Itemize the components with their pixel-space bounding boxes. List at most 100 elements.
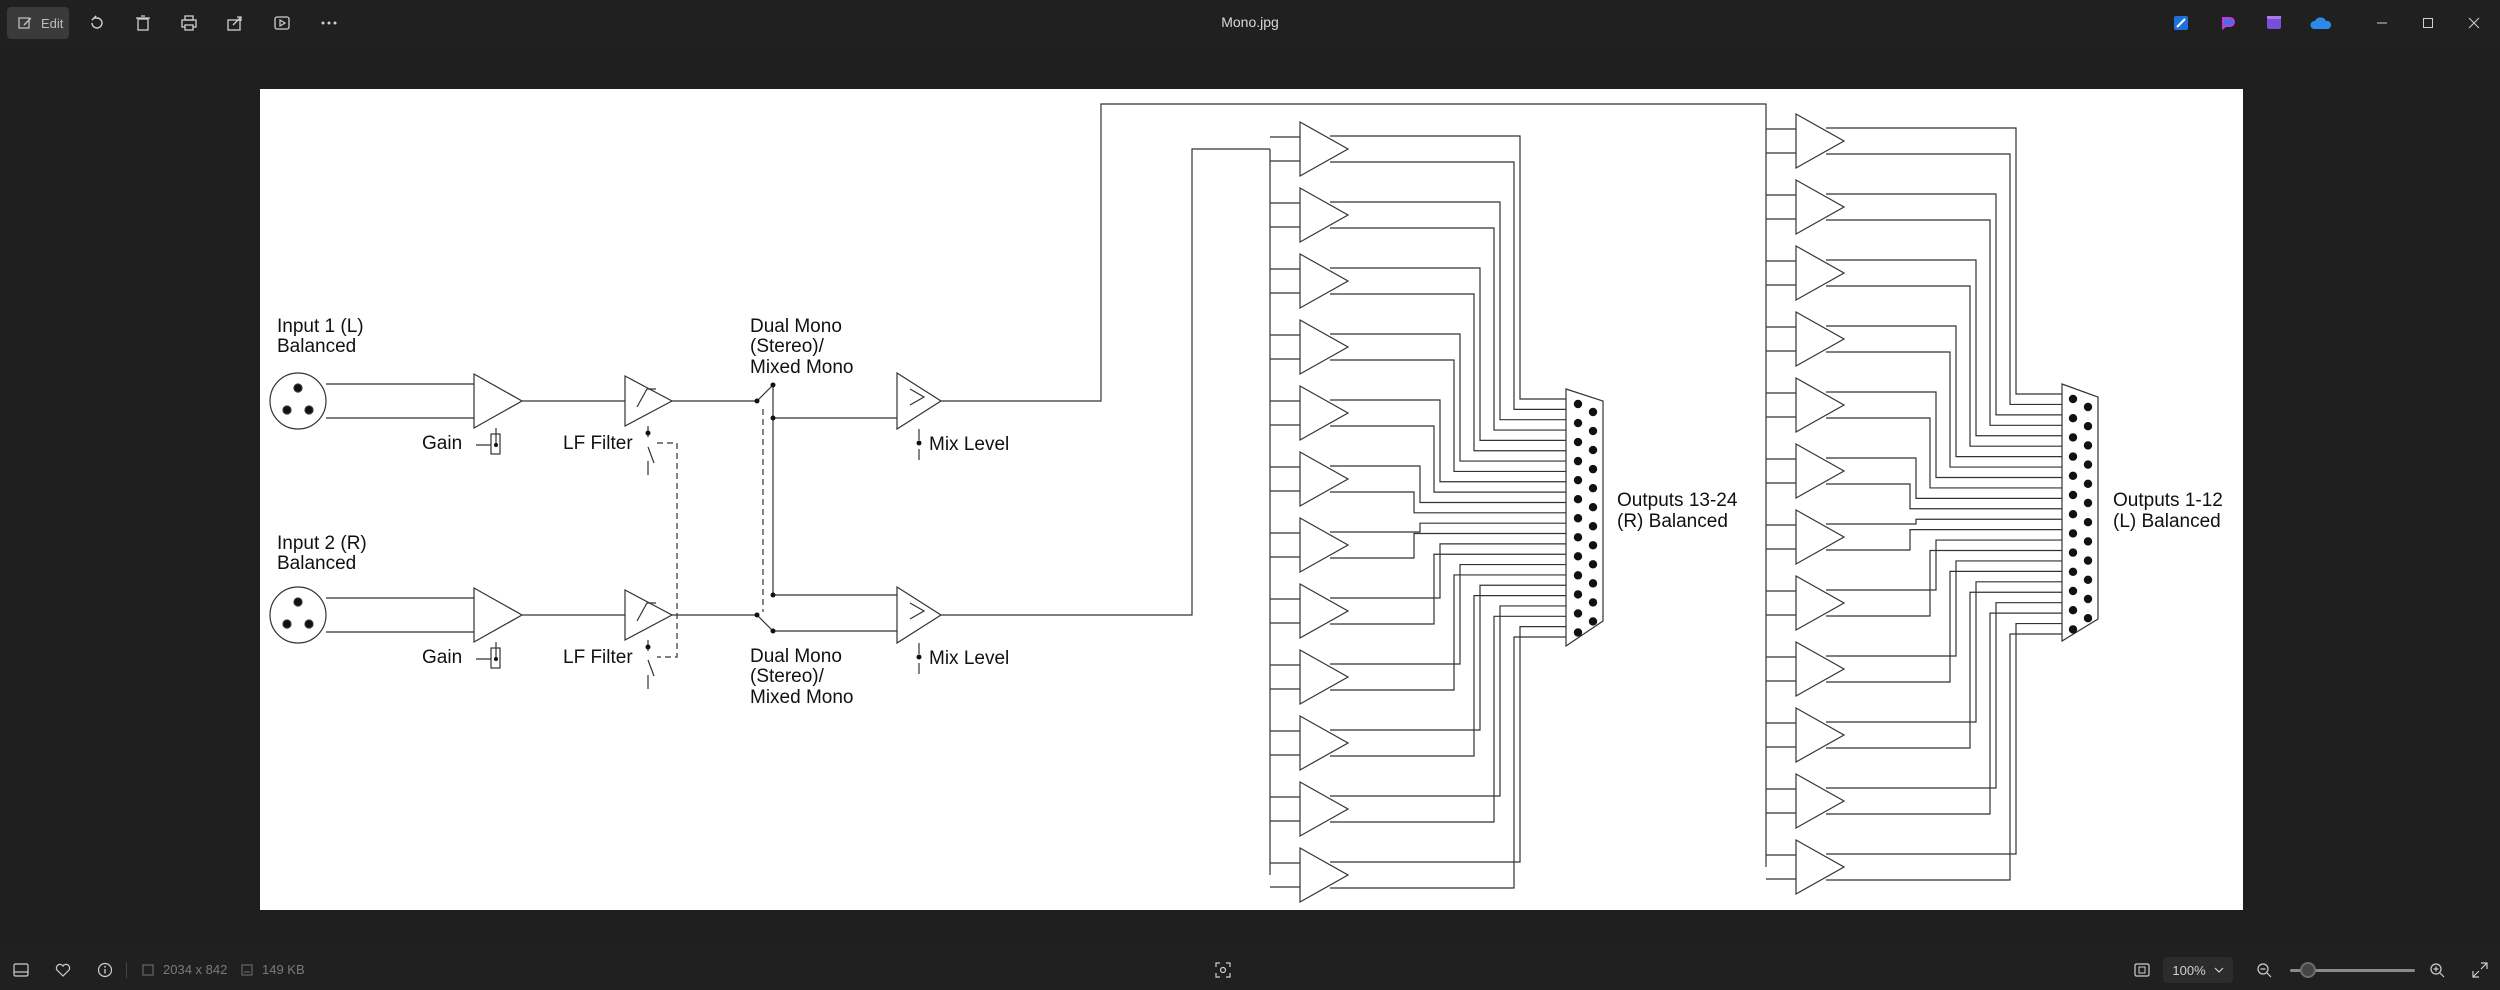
mode-2-label-line3: Mixed Mono	[750, 687, 854, 708]
r-bank-pin	[1588, 426, 1598, 436]
outputs-l-label: Outputs 1-12	[2113, 490, 2223, 511]
r-bank-pin	[1573, 609, 1583, 618]
outputs-l-sublabel: (L) Balanced	[2113, 511, 2221, 532]
l-bank-output-amp-5	[1795, 376, 1846, 434]
dsub-connector-l-icon	[2061, 383, 2099, 643]
xlr-input-2-icon	[269, 586, 327, 644]
mix-level-2-label: Mix Level	[929, 648, 1009, 669]
r-bank-pin	[1588, 541, 1598, 550]
dsub-pins-l	[2068, 394, 2093, 634]
gain-amp-2	[473, 586, 524, 644]
r-bank-pin	[1588, 503, 1598, 512]
close-icon[interactable]	[2457, 10, 2491, 36]
l-bank-pin	[2068, 414, 2078, 423]
lf-filter-1-label: LF Filter	[563, 433, 633, 454]
l-bank-output-amp-8	[1795, 574, 1846, 632]
window-title: Mono.jpg	[1221, 14, 1279, 30]
maximize-icon[interactable]	[2411, 10, 2445, 36]
chevron-down-icon	[2214, 967, 2224, 973]
l-bank-pin	[2068, 606, 2078, 615]
signal-flow-diagram: Input 1 (L) Balanced Input 2 (R) Balance…	[269, 103, 2223, 904]
zoom-level-dropdown[interactable]: 100%	[2163, 957, 2233, 983]
l-bank-pin	[2068, 625, 2078, 634]
zoom-slider-thumb[interactable]	[2300, 962, 2316, 978]
input-1-label: Input 1 (L)	[277, 316, 364, 337]
file-size: 149 KB	[262, 962, 305, 977]
lf-filter-1	[624, 375, 674, 427]
r-bank-pin	[1588, 617, 1598, 626]
r-bank-output-amp-5	[1299, 384, 1350, 442]
full-screen-icon[interactable]	[2468, 958, 2492, 982]
l-bank-pin	[2068, 490, 2078, 500]
r-bank-pin	[1573, 552, 1583, 561]
l-bank-output-amp-9	[1795, 640, 1846, 698]
r-bank-pin	[1588, 483, 1598, 493]
r-bank-output-amp-8	[1299, 582, 1350, 640]
info-icon[interactable]	[93, 958, 117, 982]
r-bank-pin	[1588, 445, 1598, 455]
zoom-out-icon[interactable]	[2252, 958, 2276, 982]
l-bank-pin	[2083, 518, 2093, 527]
input-1-sublabel: Balanced	[277, 336, 356, 357]
r-bank-output-amp-12	[1299, 846, 1350, 904]
r-bank-output-amp-7	[1299, 516, 1350, 574]
gain-1-label: Gain	[422, 433, 462, 454]
image-canvas: Input 1 (L) Balanced Input 2 (R) Balance…	[260, 89, 2243, 910]
output-bank-l	[1765, 112, 2062, 896]
r-bank-pin	[1573, 628, 1583, 637]
r-bank-output-amp-3	[1299, 252, 1350, 310]
l-bank-pin	[2083, 614, 2093, 623]
l-bank-pin	[2068, 586, 2078, 596]
mix-level-amp-2	[896, 585, 943, 645]
l-bank-pin	[2083, 575, 2093, 584]
favorite-heart-icon[interactable]	[51, 958, 75, 982]
designer-app-icon[interactable]	[2215, 10, 2241, 36]
lf-filter-2-label: LF Filter	[563, 647, 633, 668]
mode-1-label-line2: (Stereo)/	[750, 336, 825, 357]
l-bank-pin	[2068, 452, 2078, 461]
l-bank-pin	[2083, 460, 2093, 469]
zoom-in-icon[interactable]	[2425, 958, 2449, 982]
r-bank-pin	[1588, 579, 1598, 588]
r-bank-output-amp-2	[1299, 186, 1350, 244]
status-divider	[126, 962, 127, 978]
edit-with-app-icon[interactable]	[2168, 10, 2194, 36]
dsub-connector-r-icon	[1565, 388, 1604, 648]
l-bank-output-amp-3	[1795, 244, 1846, 302]
r-bank-pin	[1573, 456, 1583, 466]
filmstrip-icon[interactable]	[9, 958, 33, 982]
outputs-r-label: Outputs 13-24	[1617, 490, 1738, 511]
r-bank-output-amp-9	[1299, 648, 1350, 706]
r-bank-output-amp-11	[1299, 780, 1350, 838]
l-bank-pin	[2068, 529, 2078, 538]
l-bank-pin	[2068, 510, 2078, 519]
l-bank-output-amp-11	[1795, 772, 1846, 830]
r-bank-pin	[1573, 399, 1583, 409]
fit-to-window-icon[interactable]	[2130, 958, 2154, 982]
l-bank-pin	[2068, 548, 2078, 557]
l-bank-output-amp-4	[1795, 310, 1846, 368]
l-bank-pin	[2083, 556, 2093, 565]
lf-filter-2	[624, 589, 674, 641]
l-bank-pin	[2068, 471, 2078, 480]
l-bank-output-amp-6	[1795, 442, 1846, 500]
l-bank-pin	[2083, 537, 2093, 546]
r-bank-pin	[1588, 598, 1598, 607]
l-bank-output-amp-12	[1795, 838, 1846, 896]
l-bank-pin	[2068, 433, 2078, 442]
r-bank-pin	[1588, 560, 1598, 569]
r-bank-pin	[1573, 514, 1583, 523]
r-bank-output-amp-10	[1299, 714, 1350, 772]
xlr-input-1-icon	[269, 372, 327, 430]
mode-1-label-line1: Dual Mono	[750, 316, 842, 337]
clipchamp-app-icon[interactable]	[2261, 10, 2287, 36]
mode-2-label-line1: Dual Mono	[750, 646, 842, 667]
onedrive-icon[interactable]	[2308, 10, 2334, 36]
visual-search-icon[interactable]	[1211, 958, 1235, 982]
l-bank-pin	[2083, 498, 2093, 508]
dsub-pins-r	[1573, 399, 1598, 637]
image-dimensions: 2034 x 842	[163, 962, 228, 977]
minimize-icon[interactable]	[2365, 10, 2399, 36]
r-bank-output-amp-4	[1299, 318, 1350, 376]
gain-amp-1	[473, 372, 524, 430]
